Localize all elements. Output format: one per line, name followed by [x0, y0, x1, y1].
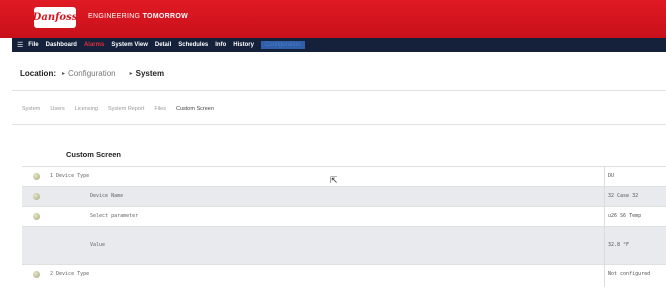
menu-configuration[interactable]: Configuration [260, 41, 305, 49]
menu-system-view[interactable]: System View [111, 42, 148, 48]
breadcrumb-arrow-icon: ▸ [129, 71, 133, 77]
mouse-cursor-icon: ⇱ [330, 175, 338, 185]
subtabs: System Users Licensing System Report Fil… [22, 106, 224, 112]
menu-history[interactable]: History [233, 42, 254, 48]
tab-custom-screen[interactable]: Custom Screen [176, 106, 214, 112]
status-dot-icon [33, 173, 40, 180]
row-label: Select parameter [90, 213, 139, 219]
logo-text: Danfoss [32, 12, 78, 23]
section-title: Custom Screen [66, 150, 122, 159]
tagline: ENGINEERING TOMORROW [88, 13, 188, 20]
tab-system-report[interactable]: System Report [108, 106, 144, 112]
menu-info[interactable]: Info [215, 42, 226, 48]
location-label: Location: [20, 69, 56, 78]
divider [12, 90, 666, 91]
breadcrumb-system: System [135, 69, 165, 78]
table-row[interactable]: Device Name 32 Case 32 [22, 186, 666, 206]
status-dot-icon [33, 193, 40, 200]
column-divider [604, 166, 605, 287]
hamburger-icon[interactable]: ☰ [17, 41, 23, 49]
row-value: DU [608, 173, 615, 179]
status-dot-icon [33, 213, 40, 220]
row-value: 32 Case 32 [608, 193, 639, 199]
tab-system[interactable]: System [22, 106, 40, 112]
row-label: Device Name [90, 193, 124, 199]
row-value: 32.8 °F [608, 242, 630, 248]
tab-users[interactable]: Users [50, 106, 64, 112]
menu-schedules[interactable]: Schedules [178, 42, 208, 48]
main-menu: ☰ File Dashboard Alarms System View Deta… [12, 38, 666, 52]
table-row[interactable]: Select parameter u26 S6 Temp [22, 206, 666, 226]
menu-file[interactable]: File [28, 42, 38, 48]
row-value: Not configured [608, 271, 651, 277]
row-label: 1 Device Type [50, 173, 90, 179]
tab-licensing[interactable]: Licensing [75, 106, 98, 112]
row-value: u26 S6 Temp [608, 213, 642, 219]
breadcrumb: Location: ▸ Configuration ▸ System [20, 69, 178, 78]
status-dot-icon [33, 271, 40, 278]
table-row[interactable]: 2 Device Type Not configured [22, 264, 666, 284]
divider [12, 124, 666, 125]
menu-dashboard[interactable]: Dashboard [46, 42, 77, 48]
breadcrumb-arrow-icon: ▸ [62, 71, 66, 77]
tab-files[interactable]: Files [154, 106, 166, 112]
table-row[interactable]: Value 32.8 °F [22, 226, 666, 264]
breadcrumb-configuration[interactable]: Configuration [68, 69, 116, 78]
table-row[interactable]: 1 Device Type DU [22, 166, 666, 186]
menu-detail[interactable]: Detail [155, 42, 171, 48]
tagline-tomorrow: TOMORROW [142, 13, 188, 20]
tagline-engineering: ENGINEERING [88, 13, 141, 20]
danfoss-logo[interactable]: Danfoss [32, 7, 78, 28]
row-label: Value [90, 242, 106, 248]
top-header: Danfoss ENGINEERING TOMORROW [0, 0, 666, 38]
menu-alarms[interactable]: Alarms [84, 42, 104, 48]
row-label: 2 Device Type [50, 271, 90, 277]
